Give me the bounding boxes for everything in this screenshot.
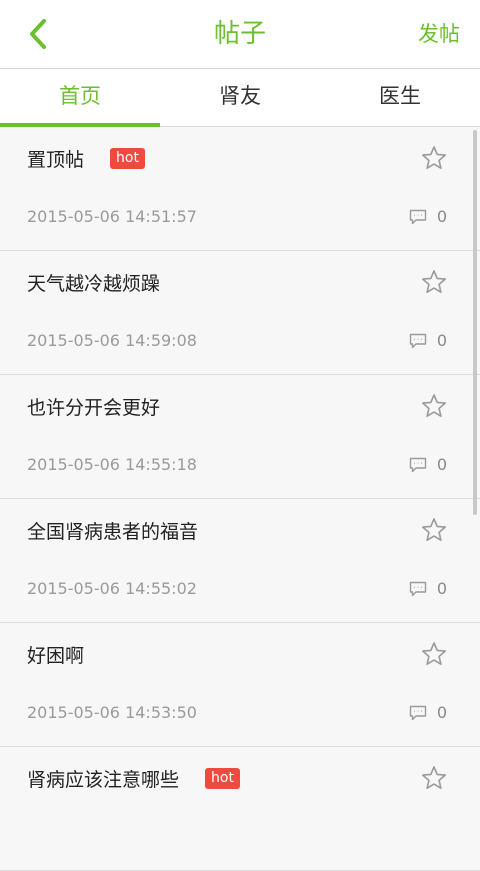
post-title: 天气越冷越烦躁 bbox=[27, 273, 161, 295]
comment-count: 0 bbox=[409, 703, 447, 722]
post-list: 置顶帖 hot 2015-05-06 14:51:57 0 天气越冷越烦躁 2015-05… bbox=[0, 127, 480, 871]
tab-doctors[interactable]: 医生 bbox=[320, 69, 480, 126]
post-timestamp: 2015-05-06 14:55:18 bbox=[27, 455, 197, 474]
hot-badge: hot bbox=[110, 148, 145, 169]
tab-home[interactable]: 首页 bbox=[0, 69, 160, 127]
post-title: 全国肾病患者的福音 bbox=[27, 521, 199, 543]
comment-count-value: 0 bbox=[436, 579, 447, 598]
post-title-row: 也许分开会更好 bbox=[27, 393, 160, 420]
comment-icon bbox=[409, 457, 437, 473]
back-button[interactable] bbox=[18, 14, 58, 54]
post-title-row: 好困啊 bbox=[27, 641, 84, 668]
star-outline-icon[interactable] bbox=[421, 269, 447, 295]
star-outline-icon[interactable] bbox=[421, 393, 447, 419]
post-title: 也许分开会更好 bbox=[27, 397, 161, 419]
post-timestamp: 2015-05-06 14:55:02 bbox=[27, 579, 197, 598]
comment-count-value: 0 bbox=[436, 207, 447, 226]
comment-count-value: 0 bbox=[436, 331, 447, 350]
post-title-row: 肾病应该注意哪些 hot bbox=[27, 765, 240, 792]
comment-icon bbox=[409, 581, 437, 597]
tab-bar: 首页 肾友 医生 bbox=[0, 69, 480, 127]
comment-count-value: 0 bbox=[436, 455, 447, 474]
comment-count: 0 bbox=[409, 455, 447, 474]
comment-icon bbox=[409, 333, 437, 349]
list-item[interactable]: 天气越冷越烦躁 2015-05-06 14:59:08 0 bbox=[0, 251, 480, 375]
hot-badge: hot bbox=[205, 768, 240, 789]
list-item[interactable]: 好困啊 2015-05-06 14:53:50 0 bbox=[0, 623, 480, 747]
tab-kidney-friends[interactable]: 肾友 bbox=[160, 69, 320, 126]
comment-icon bbox=[409, 705, 437, 721]
page-title: 帖子 bbox=[213, 19, 266, 49]
star-outline-icon[interactable] bbox=[421, 145, 447, 171]
scrollbar[interactable] bbox=[473, 130, 477, 515]
star-outline-icon[interactable] bbox=[421, 641, 447, 667]
post-timestamp: 2015-05-06 14:53:50 bbox=[27, 703, 197, 722]
post-timestamp: 2015-05-06 14:51:57 bbox=[27, 207, 197, 226]
post-title-row: 全国肾病患者的福音 bbox=[27, 517, 198, 544]
post-title: 好困啊 bbox=[27, 645, 85, 667]
list-item[interactable]: 肾病应该注意哪些 hot bbox=[0, 747, 480, 871]
post-title-row: 天气越冷越烦躁 bbox=[27, 269, 160, 296]
post-title: 置顶帖 bbox=[27, 149, 85, 171]
top-bar: 帖子 发帖 bbox=[0, 0, 480, 69]
comment-count: 0 bbox=[409, 207, 447, 226]
post-timestamp: 2015-05-06 14:59:08 bbox=[27, 331, 197, 350]
post-title-row: 置顶帖 hot bbox=[27, 145, 145, 172]
list-item[interactable]: 全国肾病患者的福音 2015-05-06 14:55:02 0 bbox=[0, 499, 480, 623]
comment-count: 0 bbox=[409, 331, 447, 350]
list-item[interactable]: 置顶帖 hot 2015-05-06 14:51:57 0 bbox=[0, 127, 480, 251]
star-outline-icon[interactable] bbox=[421, 517, 447, 543]
comment-count-value: 0 bbox=[436, 703, 447, 722]
post-title: 肾病应该注意哪些 bbox=[27, 769, 180, 791]
star-outline-icon[interactable] bbox=[421, 765, 447, 791]
new-post-button[interactable]: 发帖 bbox=[418, 0, 460, 68]
list-item[interactable]: 也许分开会更好 2015-05-06 14:55:18 0 bbox=[0, 375, 480, 499]
chevron-left-icon bbox=[30, 19, 46, 49]
comment-count: 0 bbox=[409, 579, 447, 598]
comment-icon bbox=[409, 209, 437, 225]
